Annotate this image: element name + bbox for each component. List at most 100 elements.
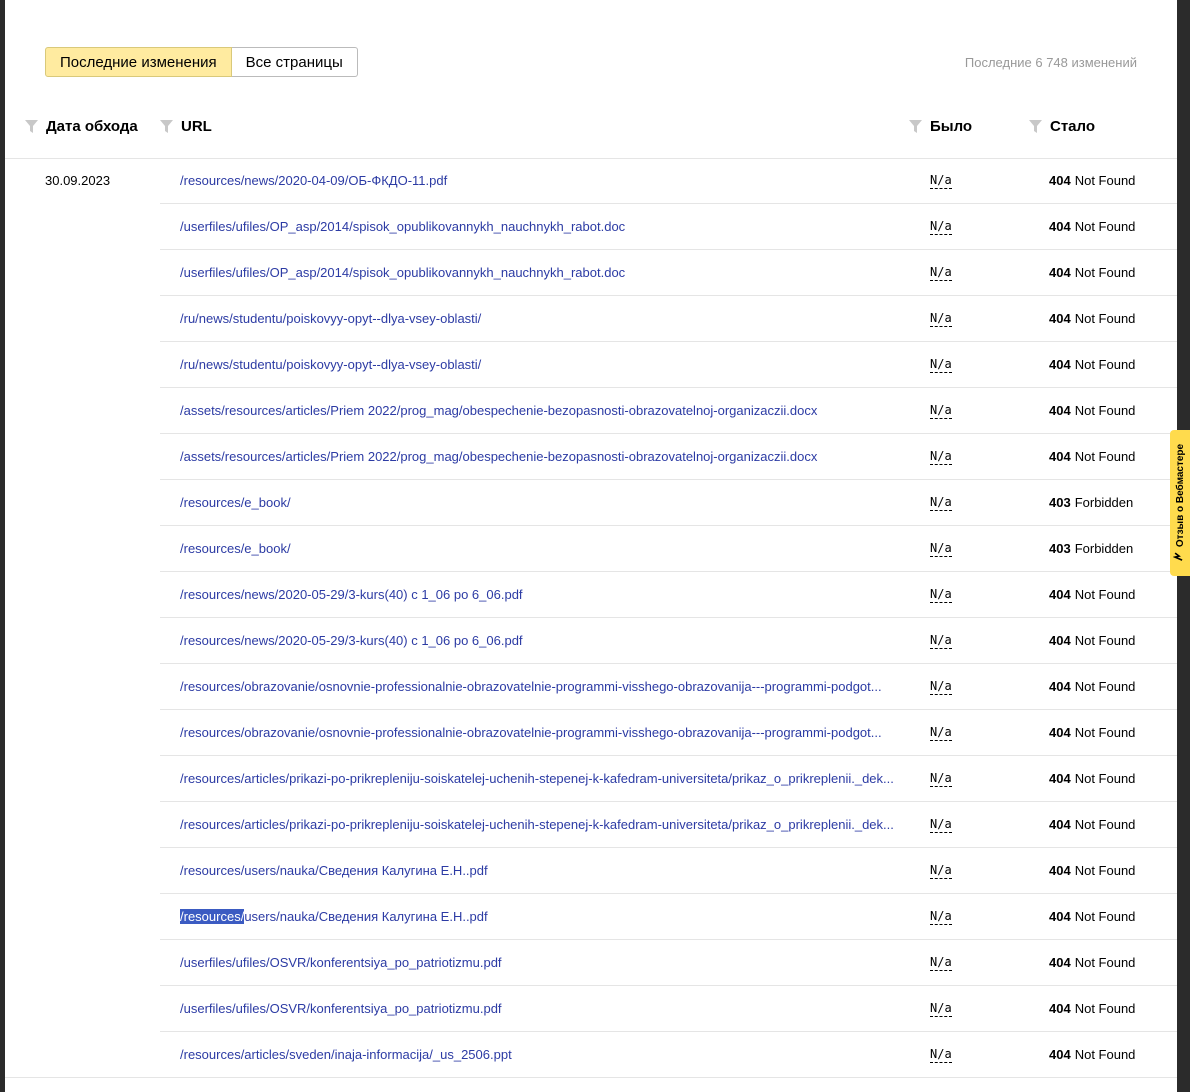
url-link[interactable]: /resources/obrazovanie/osnovnie-professi… [180, 679, 905, 694]
status-text: Not Found [1074, 679, 1136, 694]
url-link[interactable]: /resources/articles/prikazi-po-prikreple… [180, 771, 905, 786]
filter-icon[interactable] [1029, 120, 1042, 133]
column-date: Дата обхода [25, 118, 138, 135]
table-row: /resources/e_book/ N/a 403 Forbidden [5, 526, 1177, 572]
now-status: 404 Not Found [1049, 955, 1135, 970]
status-code: 404 [1049, 219, 1071, 234]
filter-icon[interactable] [25, 120, 38, 133]
status-text: Not Found [1074, 219, 1136, 234]
url-link[interactable]: /resources/articles/prikazi-po-prikreple… [180, 817, 905, 832]
was-status[interactable]: N/a [930, 725, 952, 741]
was-status[interactable]: N/a [930, 495, 952, 511]
table-row: 30.09.2023 /resources/news/2020-04-09/ОБ… [5, 158, 1177, 204]
now-status: 404 Not Found [1049, 863, 1135, 878]
was-status[interactable]: N/a [930, 265, 952, 281]
tab-all-pages[interactable]: Все страницы [231, 47, 358, 77]
table-row: /assets/resources/articles/Priem 2022/pr… [5, 388, 1177, 434]
status-text: Not Found [1074, 725, 1136, 740]
feedback-tab[interactable]: Отзыв о Вебмастере [1170, 430, 1190, 576]
was-status[interactable]: N/a [930, 909, 952, 925]
now-status: 404 Not Found [1049, 173, 1135, 188]
url-link[interactable]: /userfiles/ufiles/OP_asp/2014/spisok_opu… [180, 219, 905, 234]
status-code: 404 [1049, 771, 1071, 786]
table-row: /ru/news/studentu/poiskovyy-opyt--dlya-v… [5, 342, 1177, 388]
was-status[interactable]: N/a [930, 173, 952, 189]
table-row: /resources/e_book/ N/a 403 Forbidden [5, 480, 1177, 526]
url-link[interactable]: /assets/resources/articles/Priem 2022/pr… [180, 403, 905, 418]
url-link[interactable]: /resources/users/nauka/Сведения Калугина… [180, 909, 905, 924]
now-status: 404 Not Found [1049, 725, 1135, 740]
table-row: /resources/articles/prikazi-po-prikreple… [5, 802, 1177, 848]
was-status[interactable]: N/a [930, 219, 952, 235]
url-link[interactable]: /userfiles/ufiles/OP_asp/2014/spisok_opu… [180, 265, 905, 280]
url-link[interactable]: /userfiles/ufiles/OSVR/konferentsiya_po_… [180, 955, 905, 970]
url-link[interactable]: /resources/news/2020-04-09/ОБ-ФКДО-11.pd… [180, 173, 905, 188]
table-row: /userfiles/ufiles/OSVR/konferentsiya_po_… [5, 940, 1177, 986]
url-link[interactable]: /resources/e_book/ [180, 495, 905, 510]
filter-icon[interactable] [909, 120, 922, 133]
was-status[interactable]: N/a [930, 357, 952, 373]
was-status[interactable]: N/a [930, 955, 952, 971]
table-row: /resources/articles/sveden/inaja-informa… [5, 1032, 1177, 1078]
table-row: /resources/users/nauka/Сведения Калугина… [5, 894, 1177, 940]
table-row: /resources/obrazovanie/osnovnie-professi… [5, 664, 1177, 710]
url-link[interactable]: /ru/news/studentu/poiskovyy-opyt--dlya-v… [180, 357, 905, 372]
was-status[interactable]: N/a [930, 1047, 952, 1063]
was-status[interactable]: N/a [930, 817, 952, 833]
was-status[interactable]: N/a [930, 633, 952, 649]
status-text: Not Found [1074, 1001, 1136, 1016]
table-row: /resources/users/nauka/Сведения Калугина… [5, 848, 1177, 894]
status-code: 404 [1049, 173, 1071, 188]
was-status[interactable]: N/a [930, 587, 952, 603]
status-text: Not Found [1074, 955, 1136, 970]
url-link[interactable]: /assets/resources/articles/Priem 2022/pr… [180, 449, 905, 464]
table-row: /assets/resources/articles/Priem 2022/pr… [5, 434, 1177, 480]
table-row: /userfiles/ufiles/OP_asp/2014/spisok_opu… [5, 204, 1177, 250]
now-status: 404 Not Found [1049, 679, 1135, 694]
status-code: 404 [1049, 1047, 1071, 1062]
url-link[interactable]: /resources/e_book/ [180, 541, 905, 556]
was-status[interactable]: N/a [930, 311, 952, 327]
status-text: Not Found [1074, 863, 1136, 878]
status-text: Not Found [1074, 817, 1136, 832]
now-status: 403 Forbidden [1049, 541, 1133, 556]
url-link[interactable]: /resources/news/2020-05-29/3-kurs(40) c … [180, 633, 905, 648]
was-status[interactable]: N/a [930, 449, 952, 465]
table-row: /userfiles/ufiles/OSVR/konferentsiya_po_… [5, 986, 1177, 1032]
column-url-label: URL [181, 118, 212, 135]
url-link[interactable]: /resources/obrazovanie/osnovnie-professi… [180, 725, 905, 740]
was-status[interactable]: N/a [930, 1001, 952, 1017]
was-status[interactable]: N/a [930, 863, 952, 879]
url-link[interactable]: /ru/news/studentu/poiskovyy-opyt--dlya-v… [180, 311, 905, 326]
table-row: /userfiles/ufiles/OP_asp/2014/spisok_opu… [5, 250, 1177, 296]
now-status: 404 Not Found [1049, 1047, 1135, 1062]
status-code: 404 [1049, 311, 1071, 326]
was-status[interactable]: N/a [930, 679, 952, 695]
url-link[interactable]: /userfiles/ufiles/OSVR/konferentsiya_po_… [180, 1001, 905, 1016]
selected-text: /resources/ [180, 909, 245, 924]
url-link[interactable]: /resources/articles/sveden/inaja-informa… [180, 1047, 905, 1062]
status-code: 404 [1049, 587, 1071, 602]
status-code: 404 [1049, 403, 1071, 418]
was-status[interactable]: N/a [930, 541, 952, 557]
status-code: 404 [1049, 357, 1071, 372]
now-status: 404 Not Found [1049, 771, 1135, 786]
changes-count: Последние 6 748 изменений [964, 55, 1137, 70]
status-text: Not Found [1074, 633, 1136, 648]
feedback-icon [1172, 551, 1187, 562]
status-code: 404 [1049, 265, 1071, 280]
url-link[interactable]: /resources/news/2020-05-29/3-kurs(40) c … [180, 587, 905, 602]
was-status[interactable]: N/a [930, 771, 952, 787]
was-status[interactable]: N/a [930, 403, 952, 419]
now-status: 404 Not Found [1049, 265, 1135, 280]
tab-recent-changes[interactable]: Последние изменения [45, 47, 232, 77]
table-row: /resources/news/2020-05-29/3-kurs(40) c … [5, 618, 1177, 664]
column-was-label: Было [930, 118, 973, 135]
now-status: 404 Not Found [1049, 587, 1135, 602]
filter-icon[interactable] [160, 120, 173, 133]
status-code: 404 [1049, 633, 1071, 648]
main-panel: Последние изменения Все страницы Последн… [5, 0, 1177, 1092]
url-link[interactable]: /resources/users/nauka/Сведения Калугина… [180, 863, 905, 878]
status-code: 404 [1049, 955, 1071, 970]
feedback-label: Отзыв о Вебмастере [1174, 443, 1186, 548]
